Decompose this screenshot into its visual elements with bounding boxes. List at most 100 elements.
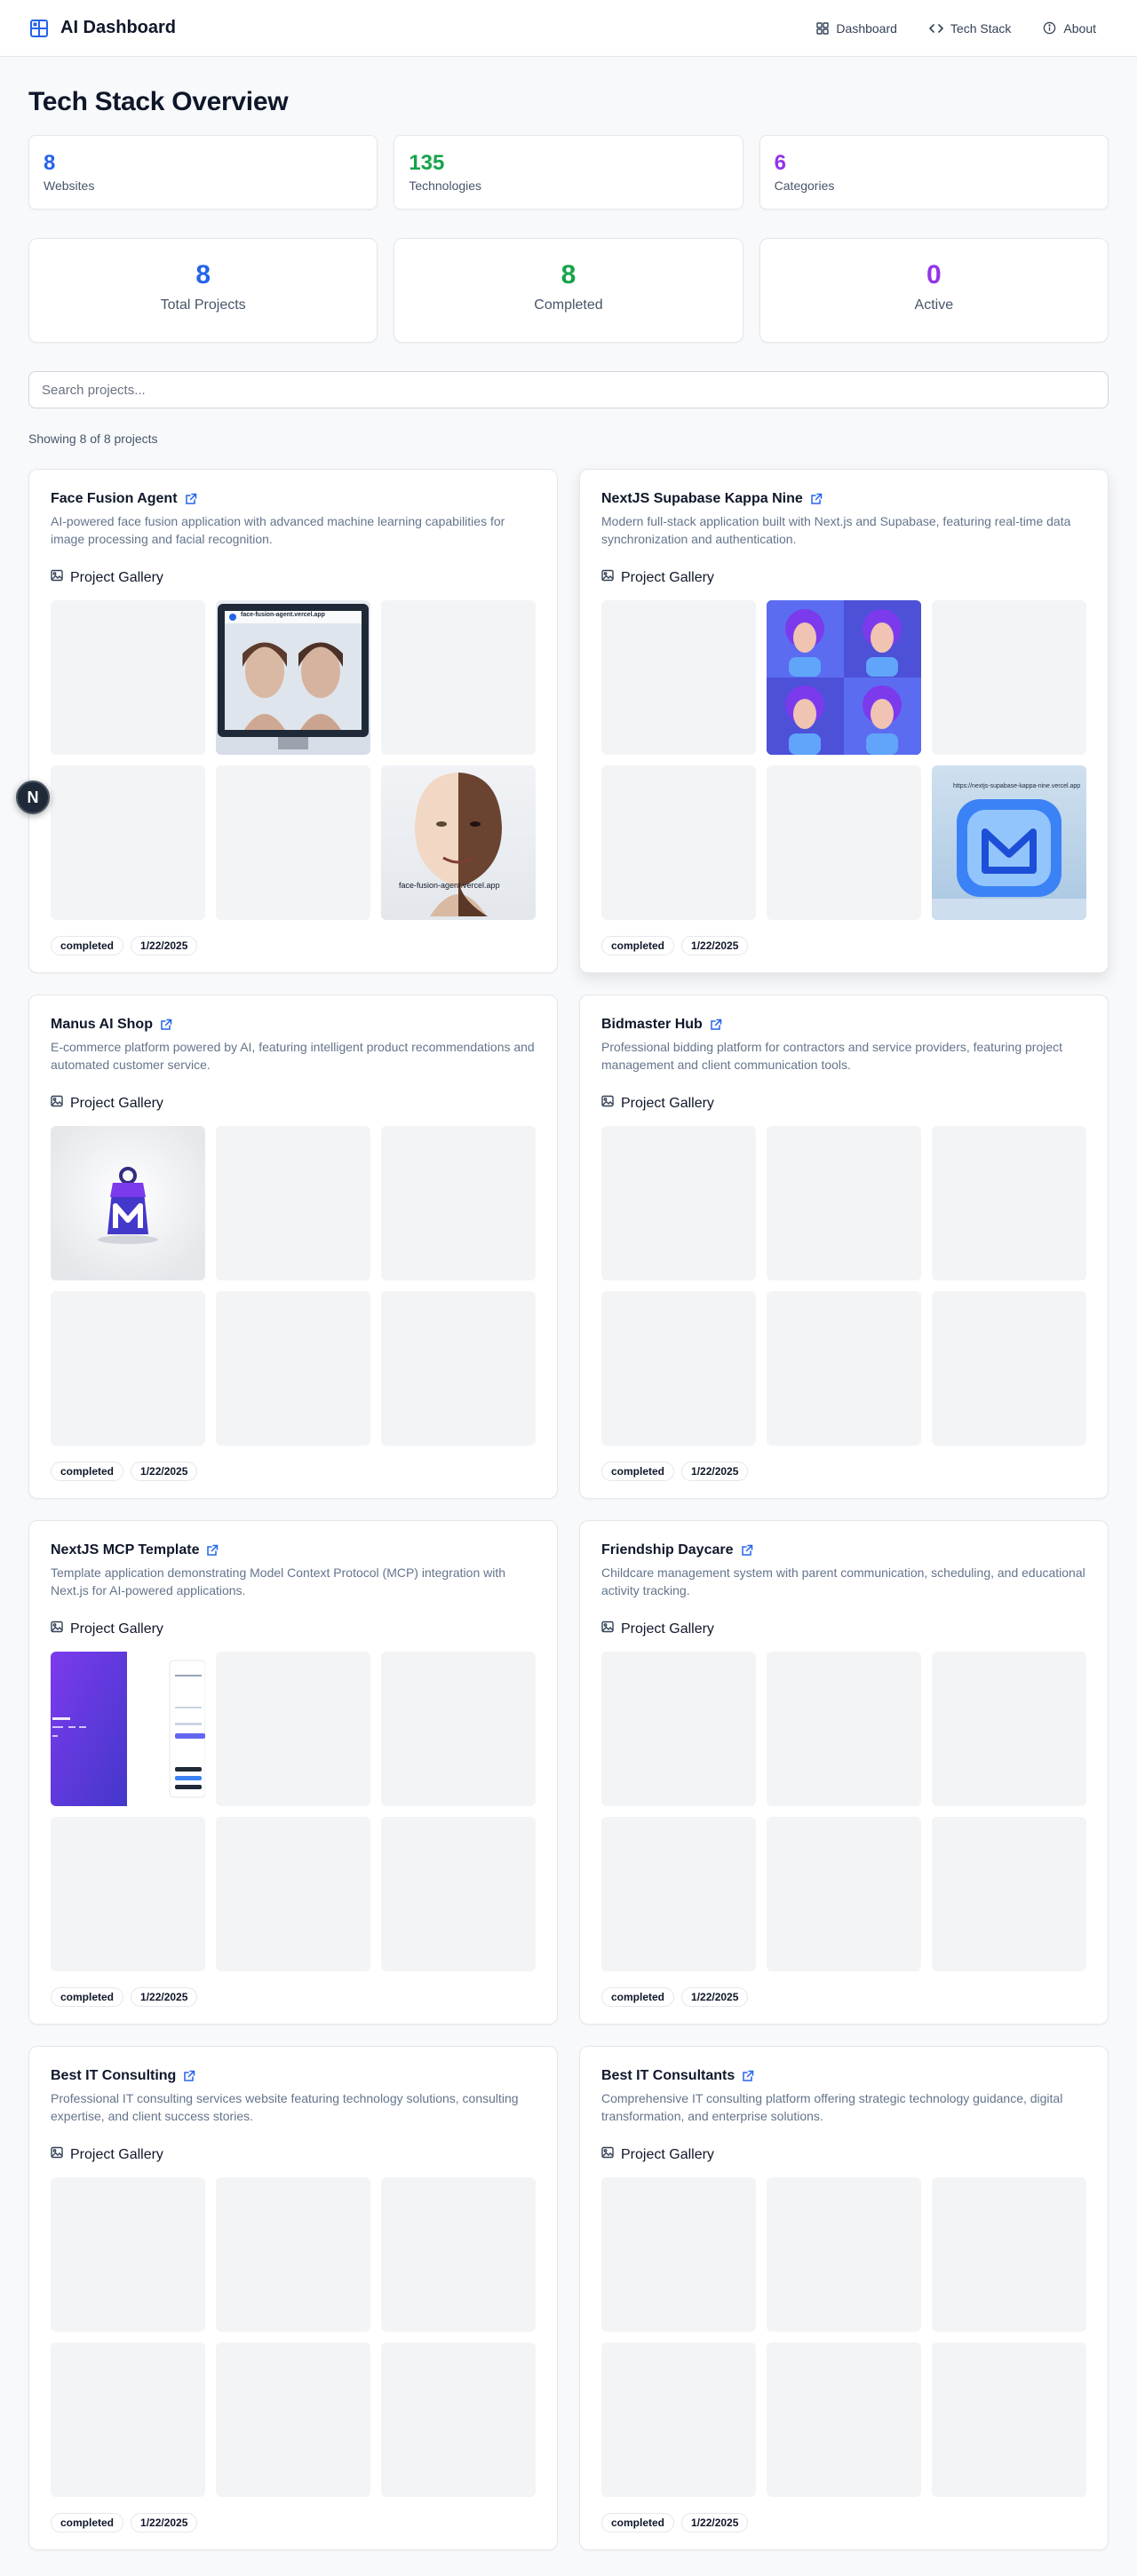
brand[interactable]: AI Dashboard (28, 18, 176, 39)
gallery-image[interactable]: https://nextjs-supabase-kappa-nine.verce… (932, 765, 1086, 920)
dashboard-logo-icon (28, 18, 50, 39)
gallery-label: Project Gallery (70, 569, 163, 585)
project-title: Best IT Consultants (601, 2068, 735, 2083)
stat-technologies: 135 Technologies (394, 135, 743, 210)
gallery-image[interactable]: face-fusion-agent.vercel.app (216, 600, 370, 755)
nav-label: Tech Stack (950, 20, 1012, 36)
gallery-placeholder (601, 765, 756, 920)
gallery-placeholder (51, 765, 205, 920)
gallery-placeholder (51, 1817, 205, 1971)
gallery-image[interactable] (51, 1652, 205, 1806)
gallery-placeholder (932, 2342, 1086, 2497)
gallery-header: Project Gallery (601, 1621, 1086, 1637)
gallery-placeholder (767, 765, 921, 920)
gallery-placeholder (767, 1291, 921, 1446)
nav-label: About (1063, 20, 1096, 36)
gallery-placeholder (216, 1291, 370, 1446)
project-card: Friendship Daycare Childcare management … (579, 1520, 1109, 2025)
gallery-image[interactable] (767, 600, 921, 755)
main-nav: Dashboard Tech Stack About (804, 14, 1109, 43)
gallery-label: Project Gallery (621, 1621, 714, 1637)
gallery-header: Project Gallery (51, 569, 536, 586)
gallery-header: Project Gallery (601, 1095, 1086, 1112)
project-badges: completed 1/22/2025 (601, 2513, 1086, 2532)
project-badges: completed 1/22/2025 (51, 1987, 536, 2007)
gallery-image[interactable]: face-fusion-agent.vercel.app (381, 765, 536, 920)
gallery-placeholder (381, 2342, 536, 2497)
gallery-placeholder (381, 1652, 536, 1806)
gallery-image[interactable] (51, 1126, 205, 1280)
search-bar (28, 371, 1109, 408)
nextjs-dev-badge[interactable]: N (16, 781, 50, 814)
gallery-placeholder (767, 1652, 921, 1806)
gallery-placeholder (216, 1652, 370, 1806)
gallery-placeholder (932, 600, 1086, 755)
gallery-placeholder (767, 2342, 921, 2497)
stat-active: 0 Active (759, 238, 1109, 343)
project-card: NextJS Supabase Kappa Nine Modern full-s… (579, 469, 1109, 973)
gallery-placeholder (51, 2342, 205, 2497)
stat-label: Total Projects (160, 297, 246, 313)
stat-value: 8 (195, 260, 211, 289)
nav-tech-stack[interactable]: Tech Stack (917, 14, 1023, 43)
image-icon (51, 1621, 63, 1637)
stat-label: Completed (534, 297, 603, 313)
grid-icon (816, 21, 830, 35)
stat-categories: 6 Categories (759, 135, 1109, 210)
gallery-placeholder (932, 1291, 1086, 1446)
stat-value: 135 (409, 151, 445, 175)
project-card: Best IT Consultants Comprehensive IT con… (579, 2046, 1109, 2550)
status-badge: completed (601, 1462, 675, 1481)
date-badge: 1/22/2025 (681, 936, 749, 955)
gallery-label: Project Gallery (70, 1621, 163, 1637)
gallery-placeholder (216, 765, 370, 920)
gallery-header: Project Gallery (601, 2146, 1086, 2163)
search-input[interactable] (28, 371, 1109, 408)
stat-value: 8 (561, 260, 576, 289)
external-link-icon[interactable] (206, 1544, 219, 1557)
results-count: Showing 8 of 8 projects (28, 432, 158, 446)
external-link-icon[interactable] (185, 493, 197, 505)
stat-label: Technologies (409, 178, 482, 193)
nav-label: Dashboard (836, 20, 897, 36)
project-title: NextJS MCP Template (51, 1542, 200, 1557)
nav-dashboard[interactable]: Dashboard (804, 14, 910, 43)
image-icon (601, 2146, 614, 2163)
gallery-placeholder (601, 2177, 756, 2332)
project-description: Professional IT consulting services webs… (51, 2091, 519, 2123)
stat-label: Active (914, 297, 954, 313)
gallery-header: Project Gallery (51, 2146, 536, 2163)
gallery-placeholder (767, 1817, 921, 1971)
status-badge: completed (51, 1462, 124, 1481)
gallery-placeholder (601, 1652, 756, 1806)
gallery-placeholder (216, 2342, 370, 2497)
gallery-label: Project Gallery (621, 569, 714, 585)
project-gallery (51, 1652, 536, 1971)
project-gallery (601, 2177, 1086, 2497)
date-badge: 1/22/2025 (131, 1987, 198, 2007)
external-link-icon[interactable] (710, 1019, 722, 1031)
project-card: Face Fusion Agent AI-powered face fusion… (28, 469, 558, 973)
image-caption: face-fusion-agent.vercel.app (399, 881, 500, 890)
external-link-icon[interactable] (160, 1019, 172, 1031)
gallery-placeholder (381, 600, 536, 755)
project-title: Best IT Consulting (51, 2068, 177, 2083)
gallery-label: Project Gallery (621, 2146, 714, 2162)
gallery-placeholder (381, 1291, 536, 1446)
external-link-icon[interactable] (742, 2070, 754, 2082)
external-link-icon[interactable] (741, 1544, 753, 1557)
status-badge: completed (51, 1987, 124, 2007)
date-badge: 1/22/2025 (131, 1462, 198, 1481)
project-badges: completed 1/22/2025 (601, 1462, 1086, 1481)
project-description: Comprehensive IT consulting platform off… (601, 2091, 1063, 2123)
external-link-icon[interactable] (183, 2070, 195, 2082)
project-title: NextJS Supabase Kappa Nine (601, 491, 803, 506)
project-title: Friendship Daycare (601, 1542, 734, 1557)
code-icon (929, 22, 943, 35)
external-link-icon[interactable] (810, 493, 823, 505)
gallery-label: Project Gallery (621, 1095, 714, 1111)
status-badge: completed (601, 2513, 675, 2532)
nav-about[interactable]: About (1030, 14, 1109, 43)
project-gallery (601, 1126, 1086, 1446)
summary-stats: 8 Websites 135 Technologies 6 Categories (28, 135, 1109, 210)
